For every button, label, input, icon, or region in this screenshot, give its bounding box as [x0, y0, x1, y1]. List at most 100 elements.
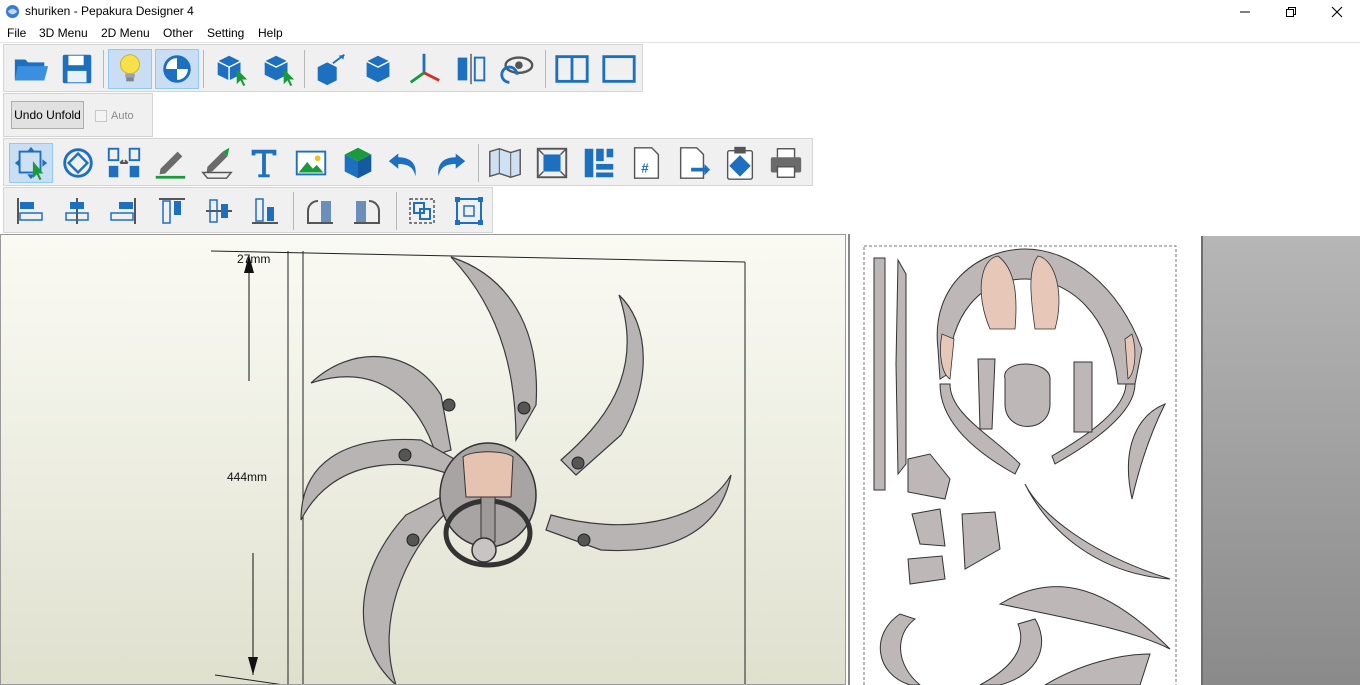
undo-icon [388, 153, 416, 177]
cube-color-button[interactable] [336, 143, 380, 183]
3d-model-canvas[interactable] [1, 235, 846, 685]
page-number-icon: # [633, 147, 660, 179]
select-part-button[interactable] [256, 49, 300, 89]
text-icon [251, 149, 277, 178]
align-right-button[interactable] [105, 192, 141, 230]
title-bar: shuriken - Pepakura Designer 4 [0, 0, 1360, 23]
window-title: shuriken - Pepakura Designer 4 [25, 4, 194, 18]
menu-file[interactable]: File [7, 26, 26, 40]
close-icon [1331, 6, 1343, 17]
align-middle-icon [206, 199, 232, 223]
clipboard-button[interactable] [718, 143, 762, 183]
rotate-view-button[interactable] [495, 49, 539, 89]
open-button[interactable] [9, 49, 53, 89]
dimension-height-label: 444mm [227, 470, 268, 484]
single-view-icon [602, 55, 636, 83]
edge-pen-icon [201, 147, 233, 179]
texture-toggle-icon [163, 55, 191, 83]
menu-3d[interactable]: 3D Menu [39, 26, 88, 40]
redo-icon [438, 153, 466, 177]
auto-checkbox[interactable] [95, 110, 107, 122]
page-number-button[interactable]: # [624, 143, 668, 183]
select-move-icon [14, 146, 48, 181]
restore-icon [1286, 6, 1296, 17]
align-top-icon [159, 198, 185, 224]
arrange-button[interactable] [577, 143, 621, 183]
texture-toggle-button[interactable] [155, 49, 199, 89]
undo-button[interactable] [382, 143, 426, 183]
align-center-icon [65, 198, 89, 224]
select-face-button[interactable] [209, 49, 253, 89]
menu-bar: File 3D Menu 2D Menu Other Setting Help [0, 23, 1360, 43]
redo-button[interactable] [428, 143, 472, 183]
light-toggle-button[interactable] [108, 49, 152, 89]
ungroup-icon [455, 197, 483, 225]
align-left-icon [17, 198, 43, 224]
move-part-button[interactable] [309, 49, 353, 89]
cube-color-icon [344, 147, 372, 179]
menu-help[interactable]: Help [258, 26, 283, 40]
align-bottom-button[interactable] [247, 192, 283, 230]
unfold-toolbar: Undo Unfold Auto [3, 93, 153, 137]
export-button[interactable] [671, 143, 715, 183]
save-button[interactable] [55, 49, 99, 89]
pages-margin [1201, 236, 1360, 685]
fit-page-button[interactable] [530, 143, 574, 183]
align-left-button[interactable] [12, 192, 48, 230]
ungroup-button[interactable] [451, 192, 487, 230]
clipboard-icon [726, 146, 754, 180]
select-part-icon [264, 55, 295, 87]
print-button[interactable] [764, 143, 808, 183]
rotate-view-icon [500, 56, 534, 84]
export-icon [679, 147, 711, 179]
lightbulb-icon [120, 54, 140, 82]
app-icon [5, 4, 20, 19]
single-view-button[interactable] [597, 49, 641, 89]
minimize-icon [1240, 11, 1250, 12]
undo-unfold-button[interactable]: Undo Unfold [11, 101, 84, 129]
image-button[interactable] [289, 143, 333, 183]
3d-view[interactable]: 27mm 444mm [0, 234, 846, 685]
select-move-button[interactable] [9, 143, 53, 183]
pen-button[interactable] [148, 143, 192, 183]
flip-join-button[interactable] [102, 143, 146, 183]
open-folder-icon [14, 59, 49, 81]
rotate-left-icon [307, 200, 333, 224]
align-top-button[interactable] [154, 192, 190, 230]
print-icon [770, 148, 802, 178]
svg-text:#: # [641, 161, 649, 176]
cylinder-button[interactable] [356, 49, 400, 89]
rotate-right-button[interactable] [349, 192, 385, 230]
image-icon [295, 150, 327, 176]
select-face-icon [217, 55, 248, 87]
mirror-button[interactable] [449, 49, 493, 89]
rotate-button[interactable] [56, 143, 100, 183]
arrange-icon [584, 148, 614, 178]
edit-toolbar: # [3, 138, 813, 186]
restore-button[interactable] [1268, 0, 1314, 23]
text-button[interactable] [242, 143, 286, 183]
move-part-icon [317, 53, 345, 86]
auto-label: Auto [111, 110, 134, 122]
edge-pen-button[interactable] [195, 143, 239, 183]
rotate-left-button[interactable] [302, 192, 338, 230]
save-icon [62, 54, 92, 84]
group-button[interactable] [404, 192, 440, 230]
align-middle-button[interactable] [201, 192, 237, 230]
menu-other[interactable]: Other [163, 26, 193, 40]
mirror-icon [457, 53, 486, 85]
split-view-button[interactable] [550, 49, 594, 89]
axis-icon [409, 53, 440, 84]
split-view-icon [555, 55, 589, 83]
menu-2d[interactable]: 2D Menu [101, 26, 150, 40]
map-button[interactable] [483, 143, 527, 183]
menu-setting[interactable]: Setting [207, 26, 244, 40]
axis-button[interactable] [402, 49, 446, 89]
cylinder-icon [366, 55, 390, 83]
align-right-icon [110, 198, 136, 224]
minimize-button[interactable] [1222, 0, 1268, 23]
close-button[interactable] [1314, 0, 1360, 23]
rotate-right-icon [354, 200, 380, 224]
align-center-button[interactable] [59, 192, 95, 230]
2d-pattern-canvas[interactable] [850, 234, 1202, 685]
